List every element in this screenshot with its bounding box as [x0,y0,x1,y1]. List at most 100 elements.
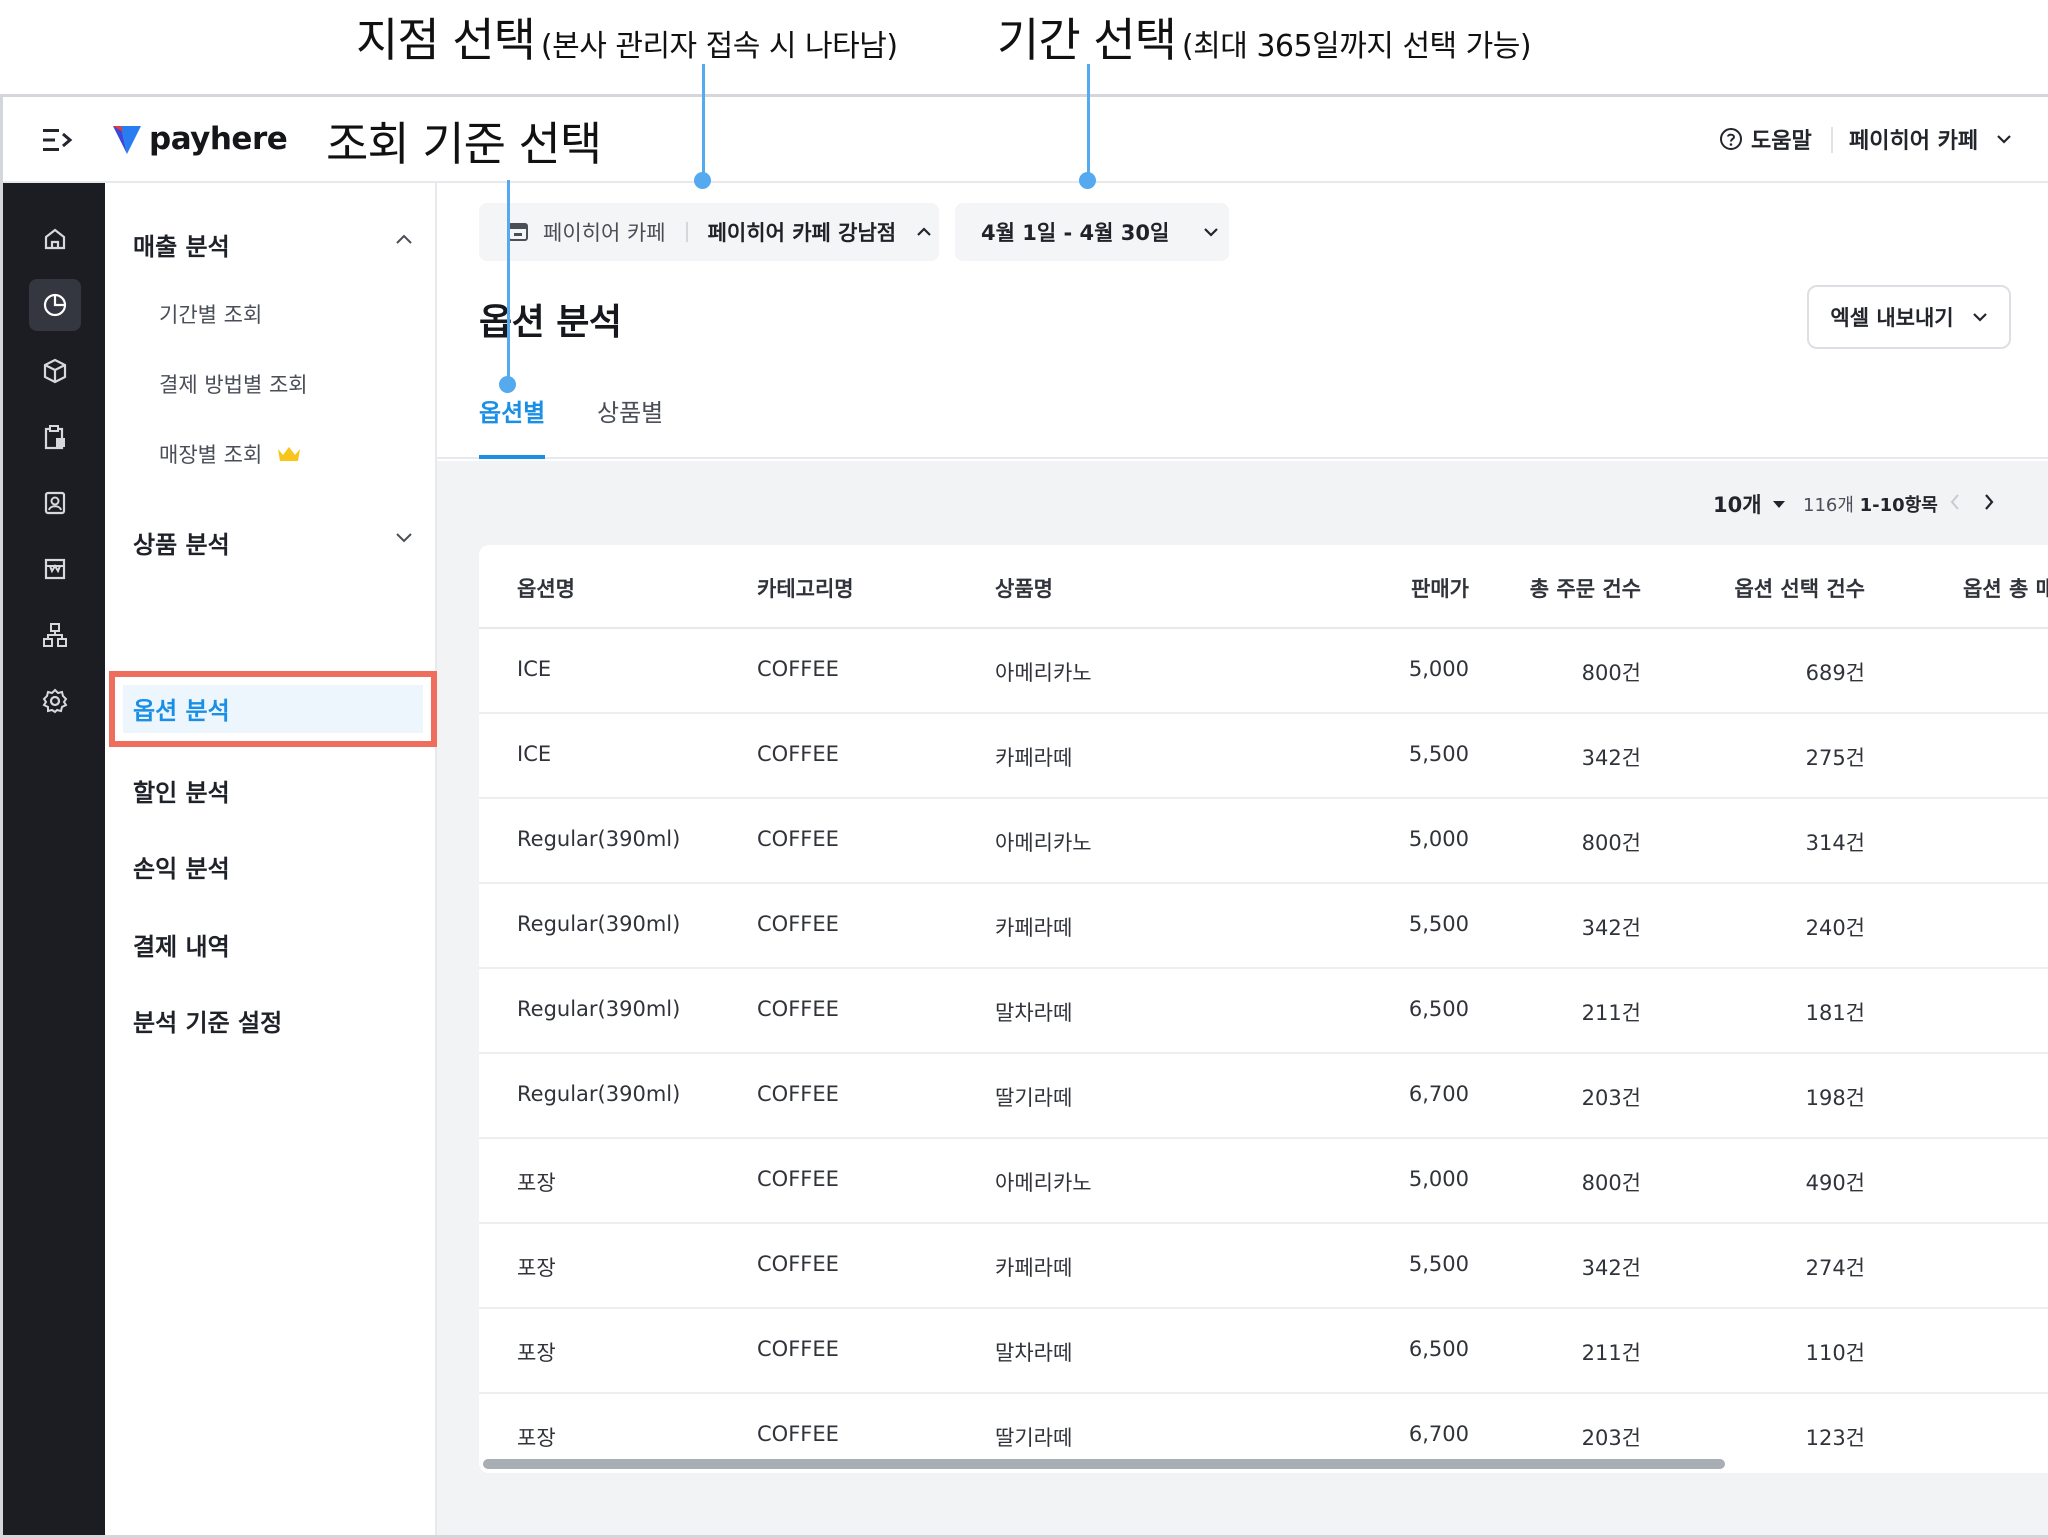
pagination-info: 116개 1-10항목 [1803,491,1938,517]
sidebar-item-analysis-settings[interactable]: 분석 기준 설정 [133,1003,413,1038]
sidebar-item-store[interactable]: 매장별 조회 [159,439,302,469]
table-row[interactable]: ICE COFFEE 카페라떼 5,500 342건 275건 [479,714,2048,799]
table-row[interactable]: Regular(390ml) COFFEE 말차라떼 6,500 211건 181건 [479,969,2048,1054]
pagination-range: 1-10항목 [1859,495,1938,516]
table-cell: 274건 [1805,1256,1865,1280]
table-cell: 6,500 [1408,1337,1469,1361]
table-cell: ICE [517,742,552,766]
table-row[interactable]: 포장 COFFEE 카페라떼 5,500 342건 274건 [479,1224,2048,1309]
table-cell: 211건 [1581,1341,1641,1365]
logo[interactable]: payhere [111,121,288,157]
sidebar-item-profit-analysis[interactable]: 손익 분석 [133,849,413,884]
store-icon [44,558,66,580]
table-cell: 203건 [1581,1426,1641,1450]
chevron-right-icon[interactable] [1983,493,1995,511]
table-row[interactable]: 포장 COFFEE 아메리카노 5,000 800건 490건 [479,1139,2048,1224]
table-cell: 689건 [1805,661,1865,685]
rail-store[interactable] [29,543,81,595]
chevron-left-icon[interactable] [1949,493,1961,511]
annotation-criteria-dot [499,376,516,393]
option-table: 옵션명 카테고리명 상품명 판매가 총 주문 건수 옵션 선택 건수 옵션 총 … [479,545,2048,1473]
sidebar-group-products[interactable]: 상품 분석 [133,525,413,560]
annotation-branch-dot [694,172,711,189]
page-size-select[interactable]: 10개 [1713,489,1786,519]
store-icon [508,223,528,241]
sidebar-item-label: 분석 기준 설정 [133,1009,283,1037]
contact-icon [44,491,66,515]
rail-customers[interactable] [29,477,81,529]
branch-filter[interactable]: 페이히어 카페 페이히어 카페 강남점 [479,203,939,261]
chevron-down-icon [1204,228,1219,237]
payhere-logo-icon [113,126,141,154]
column-header-product[interactable]: 상품명 [995,573,1053,603]
filter-divider [685,222,688,242]
excel-export-label: 엑셀 내보내기 [1830,306,1954,330]
table-cell: COFFEE [757,1167,839,1191]
table-cell: COFFEE [757,657,839,681]
table-cell: 5,500 [1408,1252,1469,1276]
active-tab-indicator [479,455,545,459]
rail-products[interactable] [29,345,81,397]
table-cell: 5,000 [1408,1167,1469,1191]
table-cell: COFFEE [757,1337,839,1361]
page-size-label: 10개 [1713,493,1762,517]
sidebar: 매출 분석 기간별 조회 결제 방법별 조회 매장별 조회 상품 분석 옵션 분… [105,183,437,1535]
table-cell: Regular(390ml) [517,827,681,851]
column-header-price[interactable]: 판매가 [1359,573,1469,603]
table-cell: 아메리카노 [995,1171,1092,1195]
column-header-option[interactable]: 옵션명 [517,573,575,603]
brand-label: 페이히어 카페 [543,221,666,245]
clipboard-icon [44,425,65,450]
sidebar-item-option-analysis[interactable]: 옵션 분석 [133,691,230,726]
rail-home[interactable] [29,213,81,265]
tab-by-option[interactable]: 옵션별 [479,393,545,428]
top-bar: payhere 도움말 페이히어 카페 [3,97,2048,183]
table-cell: 490건 [1805,1171,1865,1195]
rail-organization[interactable] [29,609,81,661]
table-row[interactable]: ICE COFFEE 아메리카노 5,000 800건 689건 [479,629,2048,714]
table-cell: COFFEE [757,742,839,766]
menu-toggle-icon[interactable] [41,127,75,153]
table-row[interactable]: Regular(390ml) COFFEE 카페라떼 5,500 342건 240건 [479,884,2048,969]
tab-bar [437,379,2048,459]
sidebar-item-label: 할인 분석 [133,779,230,807]
sidebar-group-sales[interactable]: 매출 분석 [133,227,413,262]
table-cell: 카페라떼 [995,746,1073,770]
table-cell: 5,500 [1408,912,1469,936]
sidebar-item-label: 매장별 조회 [159,443,263,467]
rail-analytics[interactable] [29,279,81,331]
icon-rail [3,183,105,1535]
sidebar-item-period[interactable]: 기간별 조회 [159,299,262,329]
sidebar-item-payment-method[interactable]: 결제 방법별 조회 [159,369,308,399]
rail-inventory[interactable] [29,411,81,463]
date-range-filter[interactable]: 4월 1일 - 4월 30일 [955,203,1229,261]
column-header-option-total-sales[interactable]: 옵션 총 매 [1963,573,2048,603]
excel-export-button[interactable]: 엑셀 내보내기 [1807,285,2011,349]
tab-by-product[interactable]: 상품별 [597,393,663,428]
table-cell: 314건 [1805,831,1865,855]
annotation-criteria-line [507,180,510,378]
sidebar-item-label: 결제 내역 [133,933,230,961]
sidebar-item-discount-analysis[interactable]: 할인 분석 [133,773,413,808]
column-header-total-orders[interactable]: 총 주문 건수 [1479,573,1641,603]
horizontal-scrollbar[interactable] [483,1459,1725,1469]
rail-settings[interactable] [29,675,81,727]
store-switcher[interactable]: 페이히어 카페 [1849,123,2012,155]
table-cell: 5,000 [1408,657,1469,681]
column-header-category[interactable]: 카테고리명 [757,573,854,603]
table-cell: 딸기라떼 [995,1086,1073,1110]
annotation-period-select: 기간 선택 (최대 365일까지 선택 가능) [997,4,1532,70]
gear-icon [42,688,68,714]
sidebar-item-payment-history[interactable]: 결제 내역 [133,927,413,962]
sidebar-item-label: 기간별 조회 [159,303,263,327]
chart-pie-icon [43,293,67,317]
table-row[interactable]: Regular(390ml) COFFEE 딸기라떼 6,700 203건 198건 [479,1054,2048,1139]
annotation-period-line [1087,64,1090,178]
column-header-option-selections[interactable]: 옵션 선택 건수 [1659,573,1865,603]
table-row[interactable]: 포장 COFFEE 말차라떼 6,500 211건 110건 [479,1309,2048,1394]
help-button[interactable]: 도움말 [1719,123,1812,155]
table-row[interactable]: Regular(390ml) COFFEE 아메리카노 5,000 800건 314건 [479,799,2048,884]
crown-icon [278,447,301,461]
table-cell: COFFEE [757,827,839,851]
table-cell: 800건 [1581,1171,1641,1195]
